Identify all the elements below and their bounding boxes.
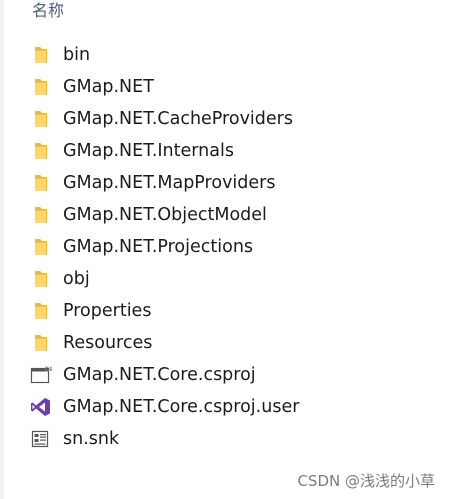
- item-name: obj: [63, 269, 90, 289]
- list-item-folder-cacheproviders[interactable]: GMap.NET.CacheProviders: [30, 103, 430, 135]
- folder-icon: [30, 39, 56, 71]
- item-name: GMap.NET.Internals: [63, 141, 234, 161]
- item-name: GMap.NET.ObjectModel: [63, 205, 267, 225]
- item-name: GMap.NET.Core.csproj.user: [63, 397, 300, 417]
- list-item-file-csproj-user[interactable]: GMap.NET.Core.csproj.user: [30, 391, 430, 423]
- list-item-folder-bin[interactable]: bin: [30, 39, 430, 71]
- folder-icon: [30, 231, 56, 263]
- svg-text:C#: C#: [45, 366, 53, 373]
- item-name: GMap.NET.MapProviders: [63, 173, 276, 193]
- item-name: sn.snk: [63, 429, 120, 449]
- list-item-folder-obj[interactable]: obj: [30, 263, 430, 295]
- watermark-text: CSDN @浅浅的小草: [297, 472, 435, 490]
- list-item-folder-mapproviders[interactable]: GMap.NET.MapProviders: [30, 167, 430, 199]
- list-item-folder-internals[interactable]: GMap.NET.Internals: [30, 135, 430, 167]
- folder-icon: [30, 327, 56, 359]
- folder-icon: [30, 103, 56, 135]
- item-name: GMap.NET: [63, 77, 154, 97]
- csproj-file-icon: C#: [30, 359, 56, 391]
- list-item-file-csproj[interactable]: C# GMap.NET.Core.csproj: [30, 359, 430, 391]
- pane-left-border: [0, 0, 4, 499]
- item-name: Properties: [63, 301, 152, 321]
- list-item-folder-resources[interactable]: Resources: [30, 327, 430, 359]
- file-explorer-pane: 名称 bin GMap.NET GMap.NET.CacheProviders …: [0, 0, 451, 499]
- folder-icon: [30, 199, 56, 231]
- list-item-folder-properties[interactable]: Properties: [30, 295, 430, 327]
- list-item-folder-objectmodel[interactable]: GMap.NET.ObjectModel: [30, 199, 430, 231]
- column-header-name[interactable]: 名称: [32, 0, 64, 26]
- folder-icon: [30, 135, 56, 167]
- file-list: bin GMap.NET GMap.NET.CacheProviders GMa…: [30, 39, 430, 455]
- item-name: Resources: [63, 333, 153, 353]
- folder-icon: [30, 295, 56, 327]
- item-name: GMap.NET.CacheProviders: [63, 109, 293, 129]
- item-name: bin: [63, 45, 91, 65]
- item-name: GMap.NET.Core.csproj: [63, 365, 256, 385]
- list-item-folder-gmap-net[interactable]: GMap.NET: [30, 71, 430, 103]
- list-item-file-snk[interactable]: sn.snk: [30, 423, 430, 455]
- folder-icon: [30, 71, 56, 103]
- key-file-icon: [30, 423, 56, 455]
- visual-studio-icon: [30, 391, 56, 423]
- item-name: GMap.NET.Projections: [63, 237, 254, 257]
- folder-icon: [30, 263, 56, 295]
- list-item-folder-projections[interactable]: GMap.NET.Projections: [30, 231, 430, 263]
- folder-icon: [30, 167, 56, 199]
